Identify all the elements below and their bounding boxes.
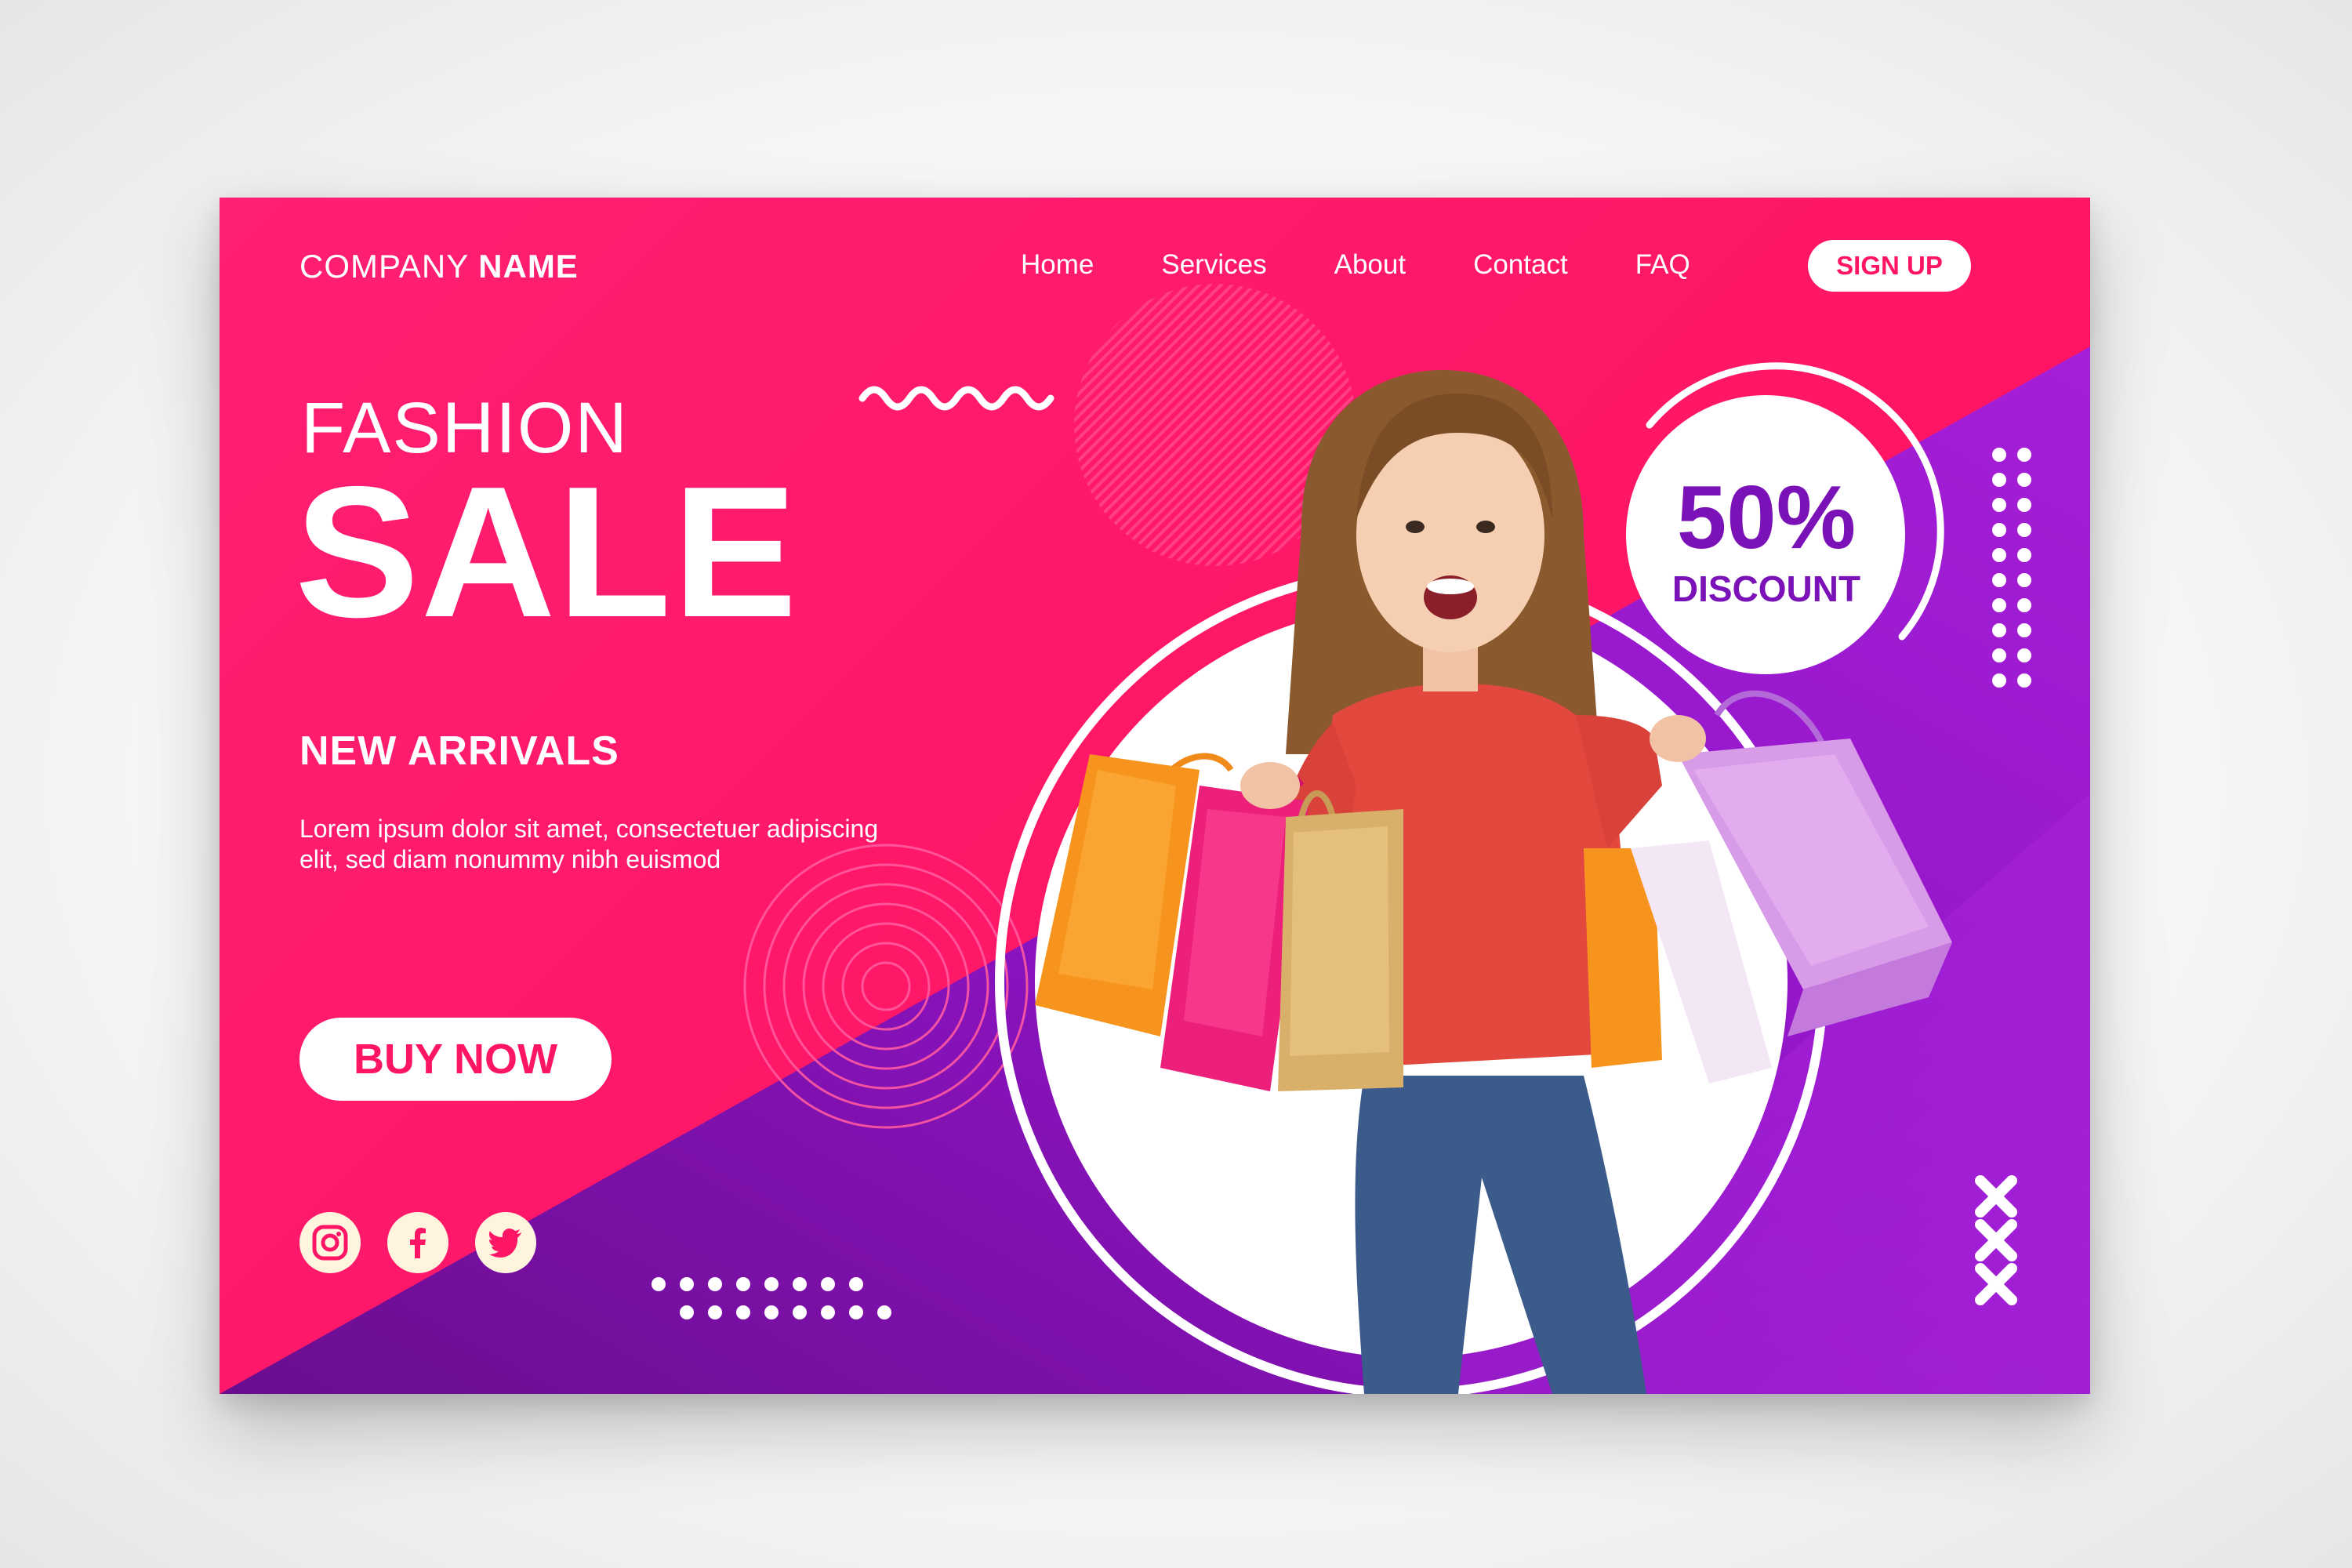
nav-faq[interactable]: FAQ bbox=[1635, 249, 1690, 281]
signup-button[interactable]: SIGN UP bbox=[1808, 240, 1971, 292]
hero-description: Lorem ipsum dolor sit amet, consectetuer… bbox=[299, 815, 879, 873]
nav-home[interactable]: Home bbox=[1021, 249, 1094, 281]
hero-subheading: NEW ARRIVALS bbox=[299, 728, 619, 774]
nav-contact[interactable]: Contact bbox=[1473, 249, 1568, 281]
twitter-icon[interactable] bbox=[475, 1212, 536, 1273]
facebook-icon[interactable] bbox=[387, 1212, 448, 1273]
hero-headline: SALE bbox=[295, 448, 799, 656]
nav-about[interactable]: About bbox=[1334, 249, 1406, 281]
landing-page-card: COMPANY NAME Home Services About Contact… bbox=[220, 198, 2090, 1394]
discount-value: 50% bbox=[1676, 468, 1857, 568]
company-logo[interactable]: COMPANY NAME bbox=[299, 248, 579, 285]
nav-services[interactable]: Services bbox=[1161, 249, 1266, 281]
buy-now-button[interactable]: BUY NOW bbox=[299, 1018, 612, 1101]
main-nav: Home Services About Contact FAQ bbox=[1021, 249, 1758, 281]
logo-bold: NAME bbox=[478, 248, 579, 285]
instagram-icon[interactable] bbox=[299, 1212, 361, 1273]
logo-regular: COMPANY bbox=[299, 248, 469, 285]
discount-label: DISCOUNT bbox=[1671, 568, 1861, 609]
